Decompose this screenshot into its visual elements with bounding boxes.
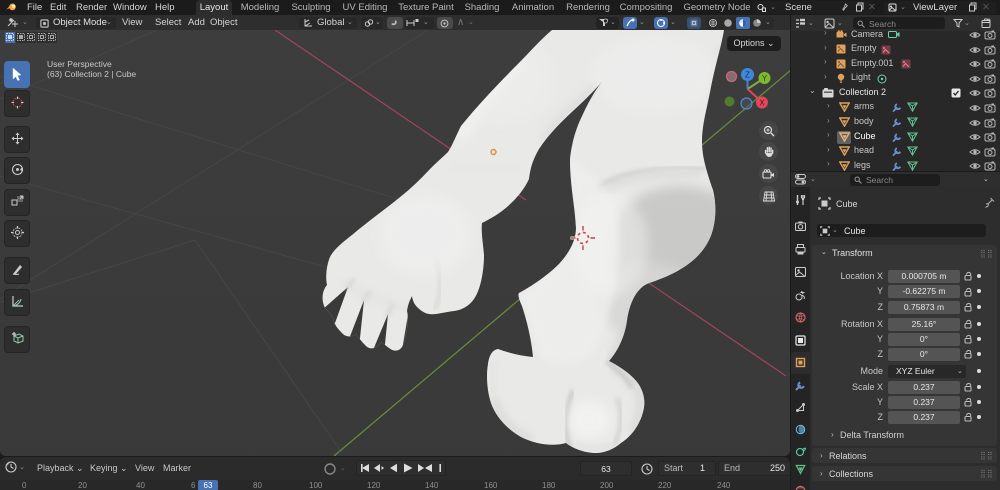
- svg-text:Y: Y: [762, 74, 768, 83]
- svg-text:Z: Z: [745, 71, 750, 80]
- svg-text:X: X: [759, 99, 765, 108]
